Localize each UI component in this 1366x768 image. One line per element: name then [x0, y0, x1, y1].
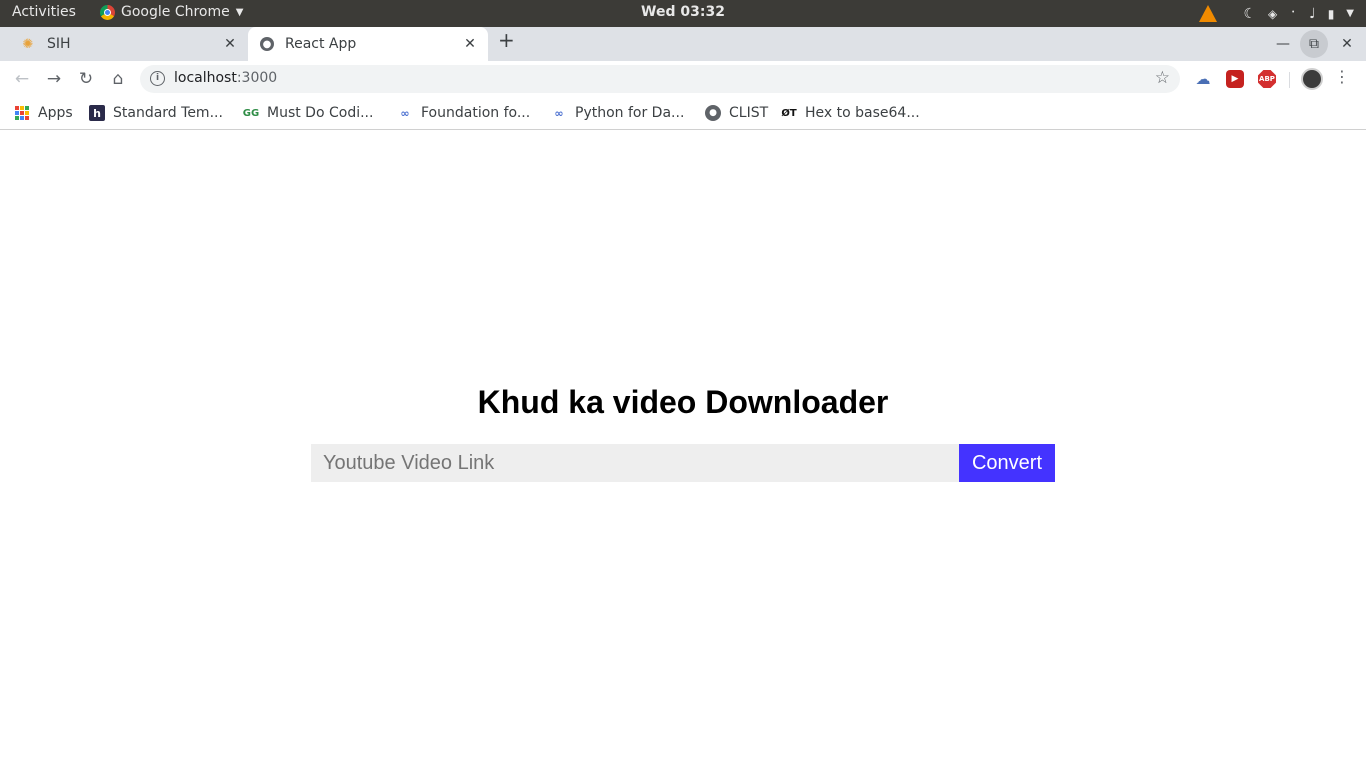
url-port: :3000 — [236, 70, 278, 86]
bookmark-label: Must Do Codi... — [267, 105, 374, 121]
bookmark-star-icon[interactable]: ☆ — [1155, 68, 1170, 88]
toolbar-divider — [1289, 72, 1290, 88]
bookmark-label: Hex to base64... — [805, 105, 920, 121]
chrome-icon — [100, 4, 115, 20]
video-extension-icon[interactable]: ▶ — [1226, 70, 1244, 88]
apps-grid-icon — [14, 105, 30, 121]
minimize-icon[interactable]: — — [1268, 27, 1298, 61]
link-icon: ∞ — [554, 106, 564, 120]
site-info-icon[interactable]: i — [150, 71, 165, 86]
close-tab-icon[interactable]: ✕ — [460, 36, 480, 52]
bookmark-hex-to-base64[interactable]: ØT Hex to base64... — [781, 103, 920, 123]
page-content: Khud ka video Downloader Convert — [0, 131, 1366, 768]
tab-react-app[interactable]: ● React App ✕ — [248, 27, 488, 61]
bluetooth-icon: ᛫ — [1289, 6, 1298, 21]
bookmark-python-for-data[interactable]: ∞ Python for Da... — [551, 103, 684, 123]
system-top-bar: Activities Google Chrome ▼ Wed 03:32 ☾ ◈… — [0, 0, 1366, 27]
clock[interactable]: Wed 03:32 — [641, 4, 725, 20]
globe-icon: ● — [705, 105, 721, 121]
bookmarks-bar: Apps h Standard Tem... GG Must Do Codi..… — [0, 97, 1366, 130]
convert-button[interactable]: Convert — [959, 444, 1055, 482]
link-icon: ∞ — [400, 106, 410, 120]
kebab-menu-icon[interactable]: ⋮ — [1334, 69, 1350, 85]
adblock-extension-icon[interactable]: ABP — [1258, 70, 1276, 88]
download-form: Convert — [311, 444, 1055, 482]
gfg-icon: GG — [242, 107, 260, 119]
tab-label: SIH — [47, 36, 71, 52]
bookmark-label: Apps — [38, 105, 73, 121]
tab-sih[interactable]: ✺ SIH ✕ — [8, 27, 248, 61]
page-title: Khud ka video Downloader — [477, 384, 889, 420]
profile-avatar[interactable] — [1301, 68, 1323, 90]
sih-favicon-icon: ✺ — [22, 36, 34, 52]
bookmark-clist[interactable]: ● CLIST — [705, 103, 768, 123]
browser-toolbar: ← → ↻ ⌂ i localhost:3000 ☆ ☁ ▶ ABP ⋮ — [0, 61, 1366, 97]
close-tab-icon[interactable]: ✕ — [220, 36, 240, 52]
tab-label: React App — [285, 36, 357, 52]
wifi-icon: ◈ — [1268, 6, 1278, 21]
system-tray[interactable]: ☾ ◈ ᛫ ♩ ▮ ▼ — [1199, 0, 1354, 27]
h-icon: h — [89, 105, 105, 121]
app-menu[interactable]: Google Chrome ▼ — [100, 4, 243, 20]
bookmark-apps[interactable]: Apps — [14, 103, 73, 123]
night-light-icon: ☾ — [1243, 5, 1257, 22]
tray-menu-chevron-icon: ▼ — [1346, 8, 1354, 19]
close-window-icon[interactable]: ✕ — [1332, 27, 1362, 61]
battery-icon: ▮ — [1327, 6, 1335, 21]
tab-strip: ✺ SIH ✕ ● React App ✕ — [0, 27, 1366, 61]
bookmark-label: CLIST — [729, 105, 769, 121]
forward-arrow-icon[interactable]: → — [42, 67, 66, 91]
bookmark-foundation[interactable]: ∞ Foundation fo... — [397, 103, 530, 123]
bookmark-label: Foundation fo... — [421, 105, 531, 121]
back-arrow-icon[interactable]: ← — [10, 67, 34, 91]
reload-icon[interactable]: ↻ — [74, 67, 98, 91]
bookmark-label: Python for Da... — [575, 105, 685, 121]
globe-favicon-icon: ● — [260, 37, 274, 51]
video-link-input[interactable] — [311, 444, 959, 482]
volume-icon: ♩ — [1309, 5, 1316, 22]
chevron-down-icon: ▼ — [235, 6, 244, 18]
home-icon[interactable]: ⌂ — [106, 67, 130, 91]
bookmark-label: Standard Tem... — [113, 105, 223, 121]
bookmark-must-do-coding[interactable]: GG Must Do Codi... — [242, 103, 374, 123]
ot-icon: ØT — [781, 107, 797, 119]
address-bar[interactable]: i localhost:3000 ☆ — [140, 65, 1180, 93]
bookmark-standard-template[interactable]: h Standard Tem... — [89, 103, 223, 123]
url-text[interactable]: localhost:3000 — [174, 70, 277, 86]
url-host: localhost — [174, 70, 237, 86]
vlc-icon[interactable] — [1199, 5, 1218, 22]
new-tab-button[interactable]: + — [498, 30, 515, 50]
app-menu-label: Google Chrome — [121, 4, 230, 20]
cloud-extension-icon[interactable]: ☁ — [1194, 70, 1212, 88]
activities-button[interactable]: Activities — [12, 4, 76, 20]
restore-icon[interactable]: ⧉ — [1300, 30, 1328, 58]
